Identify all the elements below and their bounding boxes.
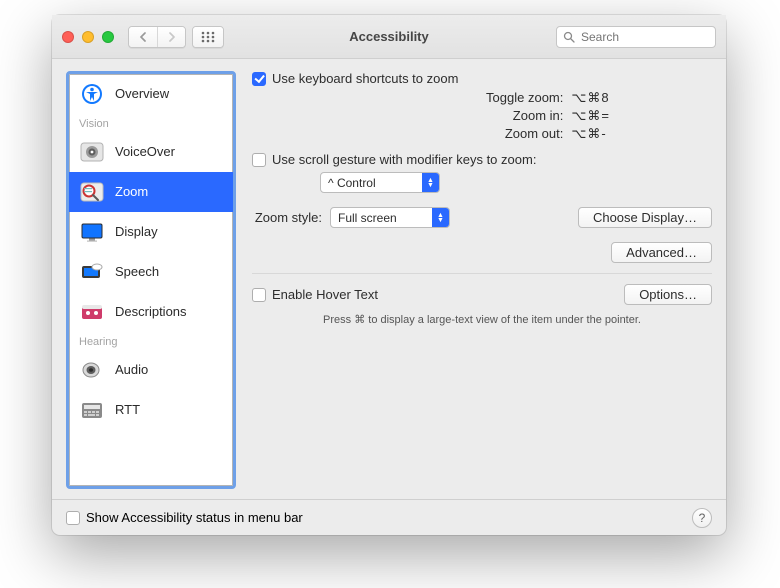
help-button[interactable]: ? — [692, 508, 712, 528]
zoom-icon — [79, 181, 105, 203]
advanced-button[interactable]: Advanced… — [611, 242, 712, 263]
sidebar-item-label: VoiceOver — [115, 144, 175, 159]
chevron-updown-icon: ▲▼ — [422, 173, 439, 192]
audio-icon — [79, 359, 105, 381]
preferences-window: Accessibility Overview Vision VoiceOver — [52, 15, 726, 535]
search-icon — [563, 31, 575, 43]
zoom-style-label: Zoom style: — [252, 210, 322, 225]
sidebar-item-label: Audio — [115, 362, 148, 377]
help-icon: ? — [699, 511, 706, 525]
sidebar-item-voiceover[interactable]: VoiceOver — [69, 132, 233, 172]
sidebar-item-label: Speech — [115, 264, 159, 279]
back-button[interactable] — [129, 27, 157, 47]
minimize-button[interactable] — [82, 31, 94, 43]
status-menubar-label: Show Accessibility status in menu bar — [86, 510, 303, 525]
sidebar-item-speech[interactable]: Speech — [69, 252, 233, 292]
sidebar-item-label: Overview — [115, 86, 169, 101]
choose-display-button[interactable]: Choose Display… — [578, 207, 712, 228]
descriptions-icon — [79, 301, 105, 323]
sidebar-item-rtt[interactable]: RTT — [69, 390, 233, 430]
close-button[interactable] — [62, 31, 74, 43]
accessibility-icon — [79, 83, 105, 105]
search-field[interactable] — [556, 26, 716, 48]
toggle-zoom-key: ⌥⌘8 — [571, 90, 712, 106]
sidebar-item-descriptions[interactable]: Descriptions — [69, 292, 233, 332]
show-all-button-group — [192, 26, 224, 48]
hover-text-label: Enable Hover Text — [272, 287, 378, 302]
hover-text-options-button[interactable]: Options… — [624, 284, 712, 305]
sidebar-item-zoom[interactable]: Zoom — [69, 172, 233, 212]
main-pane: Use keyboard shortcuts to zoom Toggle zo… — [252, 71, 712, 489]
sidebar-item-label: Descriptions — [115, 304, 187, 319]
scroll-gesture-row: Use scroll gesture with modifier keys to… — [252, 152, 712, 167]
display-icon — [79, 221, 105, 243]
window-controls — [62, 31, 114, 43]
zoom-in-label: Zoom in: — [384, 108, 563, 124]
sidebar-item-overview[interactable]: Overview — [69, 74, 233, 114]
scroll-gesture-label: Use scroll gesture with modifier keys to… — [272, 152, 536, 167]
sidebar-group-vision: Vision — [69, 114, 233, 132]
speech-icon — [79, 261, 105, 283]
category-sidebar[interactable]: Overview Vision VoiceOver Zoom Display — [66, 71, 236, 489]
use-keyboard-shortcuts-checkbox[interactable] — [252, 72, 266, 86]
footer-bar: Show Accessibility status in menu bar ? — [52, 499, 726, 535]
hover-text-row: Enable Hover Text Options… — [252, 284, 712, 305]
toolbar: Accessibility — [52, 15, 726, 59]
hover-text-hint: Press ⌘ to display a large-text view of … — [252, 313, 712, 326]
modifier-key-value: ^ Control — [328, 176, 376, 190]
chevron-right-icon — [168, 32, 176, 42]
chevron-updown-icon: ▲▼ — [432, 208, 449, 227]
zoom-out-key: ⌥⌘- — [571, 126, 712, 142]
separator — [252, 273, 712, 274]
zoom-window-button[interactable] — [102, 31, 114, 43]
rtt-icon — [79, 399, 105, 421]
zoom-style-value: Full screen — [338, 211, 397, 225]
sidebar-group-hearing: Hearing — [69, 332, 233, 350]
zoom-style-popup[interactable]: Full screen ▲▼ — [330, 207, 450, 228]
scroll-gesture-checkbox[interactable] — [252, 153, 266, 167]
status-menubar-checkbox[interactable] — [66, 511, 80, 525]
zoom-in-key: ⌥⌘= — [571, 108, 712, 124]
back-forward-group — [128, 26, 186, 48]
show-all-button[interactable] — [193, 27, 223, 47]
sidebar-item-label: RTT — [115, 402, 140, 417]
zoom-out-label: Zoom out: — [384, 126, 563, 142]
zoom-style-row: Zoom style: Full screen ▲▼ Choose Displa… — [252, 207, 712, 228]
sidebar-item-audio[interactable]: Audio — [69, 350, 233, 390]
sidebar-item-label: Display — [115, 224, 158, 239]
sidebar-item-display[interactable]: Display — [69, 212, 233, 252]
forward-button[interactable] — [157, 27, 185, 47]
sidebar-item-label: Zoom — [115, 184, 148, 199]
toggle-zoom-label: Toggle zoom: — [384, 90, 563, 106]
search-input[interactable] — [579, 29, 738, 45]
chevron-left-icon — [139, 32, 147, 42]
voiceover-icon — [79, 141, 105, 163]
use-keyboard-shortcuts-row: Use keyboard shortcuts to zoom — [252, 71, 712, 86]
grid-icon — [201, 31, 215, 43]
use-keyboard-shortcuts-label: Use keyboard shortcuts to zoom — [272, 71, 458, 86]
modifier-key-popup[interactable]: ^ Control ▲▼ — [320, 172, 440, 193]
hover-text-checkbox[interactable] — [252, 288, 266, 302]
shortcut-list: Toggle zoom: ⌥⌘8 Zoom in: ⌥⌘= Zoom out: … — [384, 90, 712, 142]
